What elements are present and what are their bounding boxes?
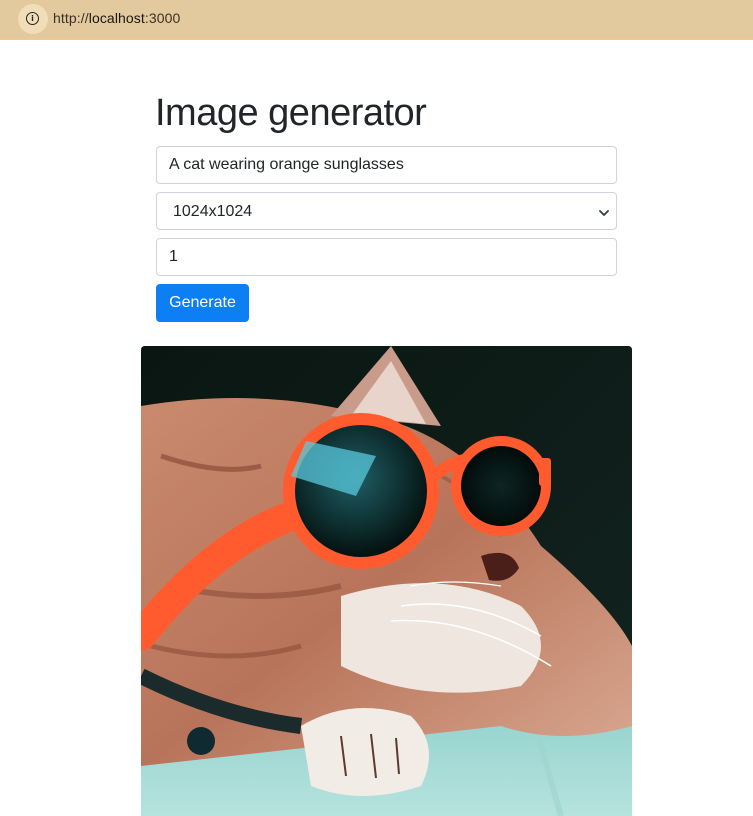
url-text[interactable]: http://localhost:3000 xyxy=(53,10,180,26)
page-title: Image generator xyxy=(155,92,427,134)
chevron-down-icon xyxy=(598,206,610,224)
browser-address-bar[interactable]: i http://localhost:3000 xyxy=(0,0,753,40)
site-info-icon[interactable]: i xyxy=(18,4,48,34)
generate-button[interactable]: Generate xyxy=(156,284,249,322)
prompt-input[interactable] xyxy=(156,146,617,184)
size-select[interactable]: 1024x1024 xyxy=(156,192,617,230)
generated-image xyxy=(141,346,632,816)
size-select-value: 1024x1024 xyxy=(173,203,253,220)
image-count-input[interactable] xyxy=(156,238,617,276)
